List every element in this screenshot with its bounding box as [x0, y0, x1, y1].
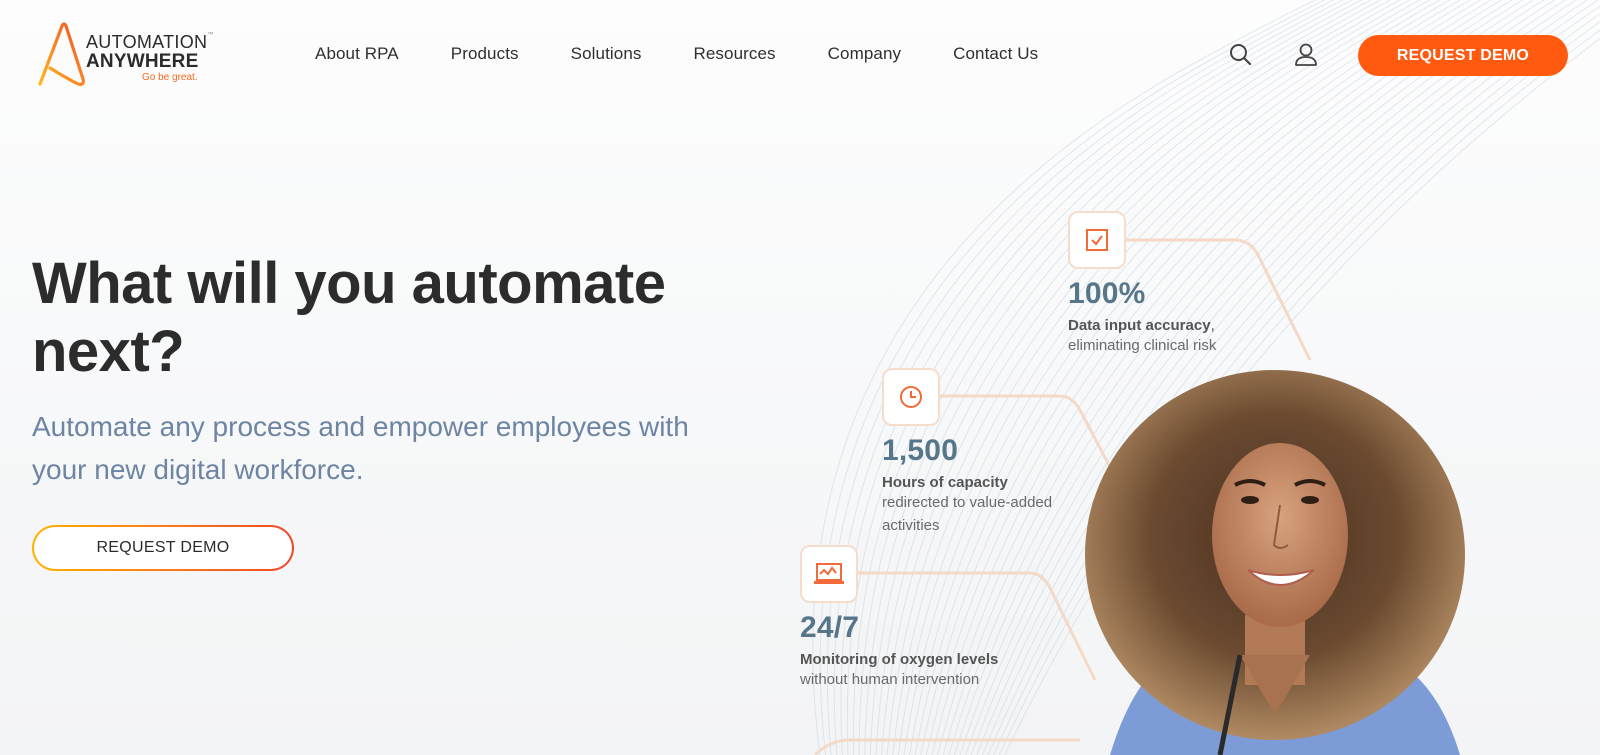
hero-subtitle: Automate any process and empower employe…	[32, 411, 689, 485]
stat-description: eliminating clinical risk	[1068, 337, 1217, 354]
stat-description: without human intervention	[800, 671, 980, 688]
stat-card-accuracy: 100% Data input accuracy, eliminating cl…	[1068, 211, 1216, 357]
request-demo-header-button[interactable]: REQUEST DEMO	[1358, 35, 1568, 76]
stat-icon-box	[1068, 211, 1126, 269]
stat-value: 24/7	[800, 611, 860, 644]
connector-line-4	[813, 738, 1080, 755]
brand-logo[interactable]: AUTOMATION™ ANYWHERE Go be great.	[36, 20, 226, 90]
main-nav: About RPA Products Solutions Resources C…	[315, 44, 1038, 64]
hero-person-photo	[1085, 370, 1465, 755]
stat-label: Monitoring of oxygen levels	[800, 651, 999, 668]
nav-item-company[interactable]: Company	[828, 44, 901, 64]
monitor-chart-icon	[814, 563, 844, 584]
nav-item-solutions[interactable]: Solutions	[571, 44, 642, 64]
logo-tagline: Go be great.	[142, 72, 198, 83]
stat-icon-box	[800, 545, 858, 603]
logo-text-line2: ANYWHERE	[86, 51, 199, 72]
stat-card-monitoring: 24/7 Monitoring of oxygen levels without…	[800, 545, 998, 691]
hero-title: What will you automate next?	[32, 251, 666, 384]
site-header: AUTOMATION™ ANYWHERE Go be great. About …	[0, 0, 1600, 110]
search-icon[interactable]	[1228, 42, 1254, 68]
nav-item-contact-us[interactable]: Contact Us	[953, 44, 1038, 64]
nav-item-about-rpa[interactable]: About RPA	[315, 44, 399, 64]
nav-item-resources[interactable]: Resources	[693, 44, 775, 64]
user-icon[interactable]	[1293, 42, 1319, 68]
stat-icon-box	[882, 368, 940, 426]
checkbox-icon	[1086, 229, 1108, 251]
stat-label: Data input accuracy,	[1068, 317, 1215, 334]
clock-icon	[900, 386, 922, 408]
request-demo-hero-button[interactable]: REQUEST DEMO	[32, 525, 294, 571]
nav-item-products[interactable]: Products	[451, 44, 519, 64]
logo-text-line1: AUTOMATION™	[86, 32, 214, 52]
stat-value: 100%	[1068, 277, 1146, 310]
